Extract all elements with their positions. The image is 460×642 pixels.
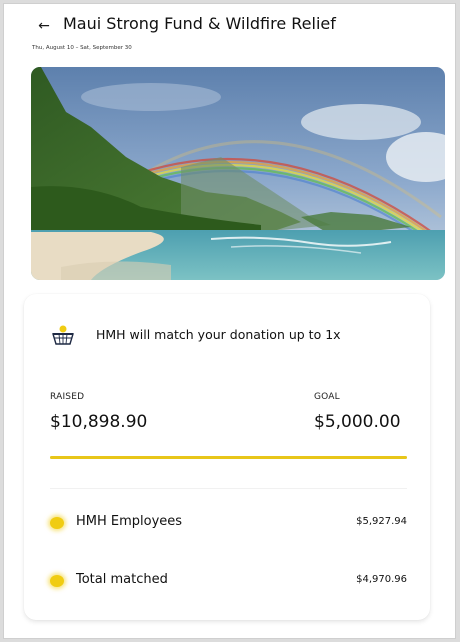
breakdown-label: Total matched xyxy=(76,572,168,587)
goal-label: GOAL xyxy=(314,392,340,402)
breakdown-label: HMH Employees xyxy=(76,514,183,529)
raised-label: RAISED xyxy=(50,392,85,402)
yellow-dot-icon xyxy=(50,575,64,587)
goal-amount: $5,000.00 xyxy=(314,412,401,432)
yellow-dot-icon xyxy=(50,517,64,529)
basket-icon xyxy=(52,325,74,345)
breakdown-row-employees: HMH Employees $5,927.94 xyxy=(50,512,407,534)
raised-amount: $10,898.90 xyxy=(50,412,148,432)
donation-card: HMH will match your donation up to 1x RA… xyxy=(24,294,430,620)
date-range: Thu, August 10 – Sat, September 30 xyxy=(32,45,132,51)
match-text: HMH will match your donation up to 1x xyxy=(96,327,341,342)
breakdown-amount: $5,927.94 xyxy=(356,516,407,527)
breakdown-row-matched: Total matched $4,970.96 xyxy=(50,570,407,592)
progress-fill xyxy=(50,456,407,459)
hero-image xyxy=(31,67,445,280)
arrow-left-icon[interactable]: ← xyxy=(34,16,54,36)
match-banner: HMH will match your donation up to 1x xyxy=(50,324,410,348)
app-window: ← Maui Strong Fund & Wildfire Relief Thu… xyxy=(3,3,456,639)
header: ← Maui Strong Fund & Wildfire Relief Thu… xyxy=(4,4,455,64)
hero-illustration xyxy=(31,67,445,280)
divider xyxy=(50,488,407,489)
progress-bar xyxy=(50,456,407,459)
page-title: Maui Strong Fund & Wildfire Relief xyxy=(63,14,336,33)
breakdown-amount: $4,970.96 xyxy=(356,574,407,585)
